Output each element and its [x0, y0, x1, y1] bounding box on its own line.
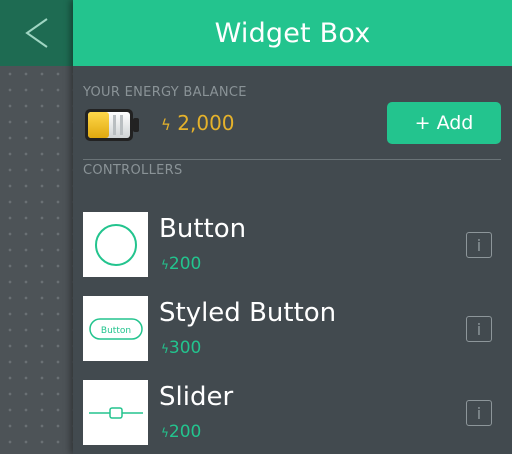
slider-icon: [88, 406, 143, 419]
back-button[interactable]: [0, 0, 73, 66]
page-title: Widget Box: [214, 17, 371, 49]
divider: [83, 159, 501, 160]
energy-balance-label: YOUR ENERGY BALANCE: [83, 85, 247, 100]
info-button[interactable]: i: [466, 400, 492, 426]
widget-item-button[interactable]: Button ϟ200 i: [83, 212, 503, 280]
widget-item-slider[interactable]: Slider ϟ200 i: [83, 380, 503, 448]
widget-cost: ϟ300: [161, 338, 202, 358]
bolt-icon: ϟ: [161, 426, 169, 440]
widget-name: Button: [159, 214, 247, 244]
drawer-header: Widget Box: [73, 0, 512, 66]
bolt-icon: ϟ: [161, 342, 169, 356]
energy-value: 2,000: [177, 111, 235, 135]
info-button[interactable]: i: [466, 316, 492, 342]
widget-thumbnail: Button: [83, 296, 148, 361]
widget-cost: ϟ200: [161, 254, 202, 274]
svg-text:Button: Button: [100, 326, 130, 336]
styled-button-icon: Button: [88, 317, 143, 340]
back-arrow-icon: [24, 18, 48, 48]
widget-cost: ϟ200: [161, 422, 202, 442]
bolt-icon: ϟ: [161, 116, 171, 134]
widget-name: Styled Button: [159, 298, 337, 328]
battery-icon: [85, 109, 139, 141]
add-energy-button[interactable]: + Add: [387, 102, 501, 144]
widget-item-styled-button[interactable]: Button Styled Button ϟ300 i: [83, 296, 503, 364]
controllers-label: CONTROLLERS: [83, 163, 183, 178]
widget-box-drawer: Widget Box YOUR ENERGY BALANCE ϟ 2,000 +…: [73, 0, 512, 454]
widget-name: Slider: [159, 382, 234, 412]
energy-row: ϟ 2,000 + Add: [83, 102, 503, 145]
widget-thumbnail: [83, 380, 148, 445]
button-circle-icon: [94, 223, 137, 266]
project-canvas[interactable]: [0, 0, 73, 454]
energy-amount: ϟ 2,000: [161, 111, 235, 135]
bolt-icon: ϟ: [161, 258, 169, 272]
widget-thumbnail: [83, 212, 148, 277]
info-button[interactable]: i: [466, 232, 492, 258]
